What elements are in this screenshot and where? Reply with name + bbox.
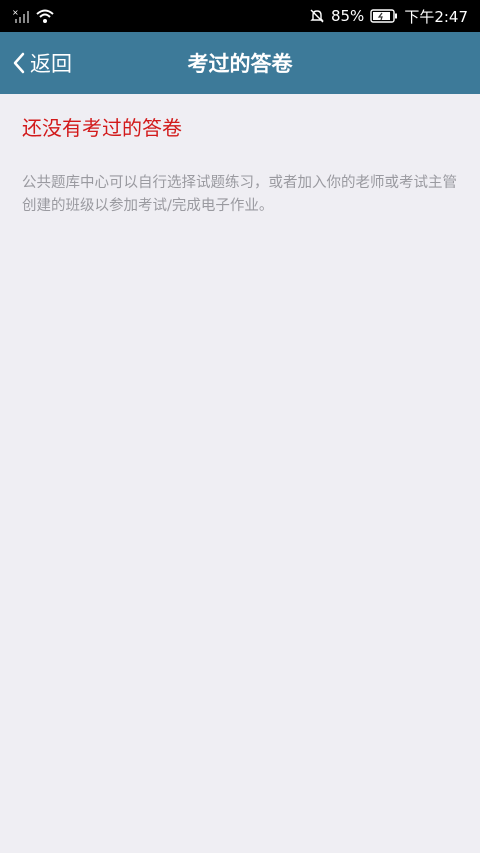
status-left: ×: [12, 8, 54, 24]
chevron-left-icon: [12, 52, 26, 74]
empty-state-description: 公共题库中心可以自行选择试题练习，或者加入你的老师或考试主管创建的班级以参加考试…: [22, 175, 457, 214]
app-header: 返回 考过的答卷: [0, 32, 480, 94]
back-label: 返回: [30, 52, 72, 76]
mute-bell-icon: [309, 8, 325, 24]
status-time: 下午2:47: [404, 7, 468, 26]
battery-percent: 85%: [330, 7, 365, 25]
back-button[interactable]: 返回: [12, 32, 72, 94]
empty-state-title: 还没有考过的答卷: [22, 116, 182, 140]
empty-state: 还没有考过的答卷 公共题库中心可以自行选择试题练习，或者加入你的老师或考试主管创…: [22, 112, 458, 218]
wifi-icon: [36, 9, 54, 23]
svg-text:×: ×: [12, 8, 19, 17]
page-title: 考过的答卷: [187, 52, 293, 76]
no-sim-signal-icon: ×: [12, 8, 30, 24]
status-right: 85% 下午2:47: [309, 6, 468, 27]
battery-icon: [370, 9, 398, 23]
status-bar: × 85% 下午2:47: [0, 0, 480, 32]
